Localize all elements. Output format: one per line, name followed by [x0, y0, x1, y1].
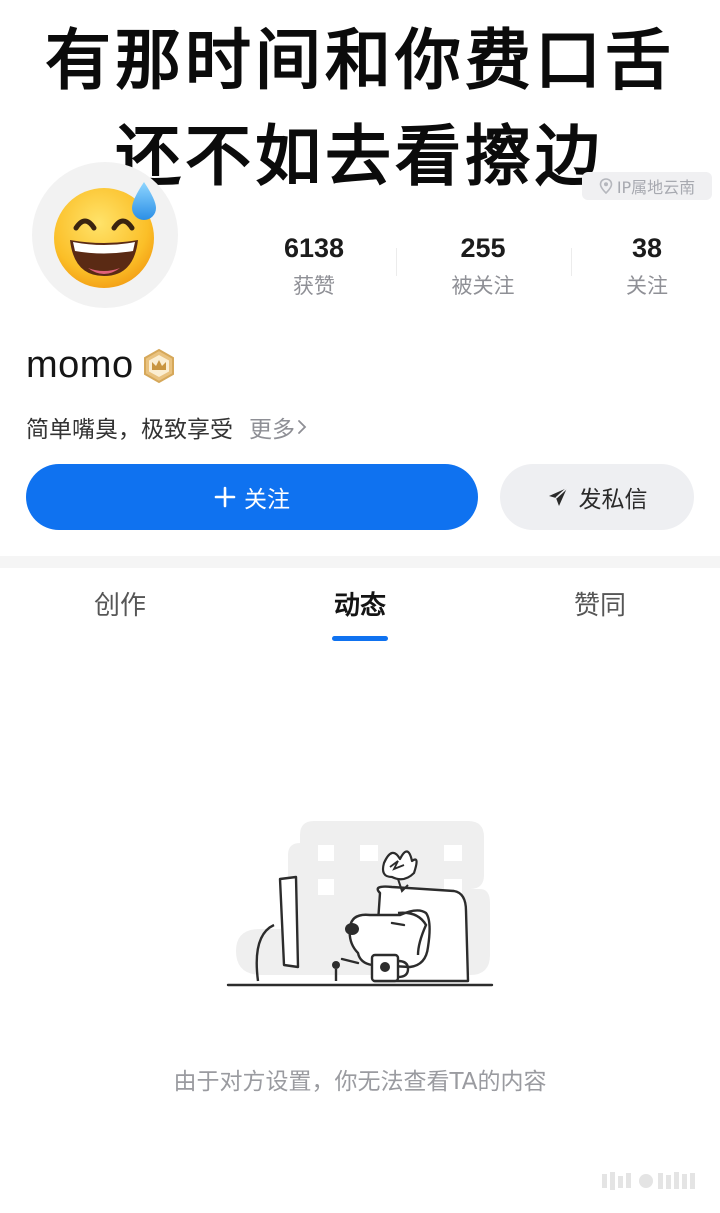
follow-button[interactable]: 关注 — [26, 464, 478, 530]
watermark — [602, 1171, 706, 1195]
bio-text: 简单嘴臭，极致享受 — [26, 417, 233, 443]
paper-plane-icon — [548, 487, 568, 506]
more-link[interactable]: 更多 — [249, 410, 307, 444]
send-message-label: 发私信 — [578, 487, 648, 513]
tab-upvotes[interactable]: 赞同 — [480, 584, 720, 628]
stat-followers-label: 被关注 — [451, 274, 515, 298]
send-message-button[interactable]: 发私信 — [500, 464, 694, 530]
avatar[interactable] — [32, 162, 178, 308]
stat-likes-label: 获赞 — [293, 274, 335, 298]
grinning-face-with-sweat-icon — [54, 182, 156, 288]
stat-likes-value: 6138 — [283, 233, 345, 263]
stat-followers-value: 255 — [460, 233, 506, 263]
ip-location-text: IP属地云南 — [616, 178, 696, 197]
bio-row: 简单嘴臭，极致享受 更多 — [26, 410, 307, 444]
stat-divider — [396, 248, 397, 276]
dog-at-computer-illustration — [226, 821, 494, 987]
ip-location-badge: IP属地云南 — [582, 172, 712, 200]
username-row: momo — [26, 344, 176, 387]
meme-caption-line-1: 有那时间和你费口舌 — [45, 21, 675, 99]
stat-followers[interactable]: 255 被关注 — [433, 228, 533, 304]
stat-following[interactable]: 38 关注 — [597, 228, 697, 304]
plus-icon — [214, 486, 236, 508]
chevron-right-icon — [298, 420, 307, 434]
active-tab-indicator — [332, 636, 388, 641]
stat-following-value: 38 — [631, 233, 663, 263]
section-divider — [0, 556, 720, 568]
stat-likes[interactable]: 6138 获赞 — [264, 228, 364, 304]
username: momo — [26, 344, 134, 386]
tab-creations[interactable]: 创作 — [0, 584, 240, 628]
more-link-label: 更多 — [249, 417, 295, 443]
stat-divider — [571, 248, 572, 276]
crown-level-badge-icon[interactable] — [142, 348, 176, 384]
tab-activity[interactable]: 动态 — [240, 584, 480, 628]
location-pin-icon — [599, 178, 613, 194]
stat-following-label: 关注 — [626, 274, 668, 298]
empty-state-message: 由于对方设置，你无法查看TA的内容 — [173, 1069, 547, 1095]
watermark-logo-icon — [602, 1172, 695, 1190]
follow-button-label: 关注 — [244, 487, 290, 513]
